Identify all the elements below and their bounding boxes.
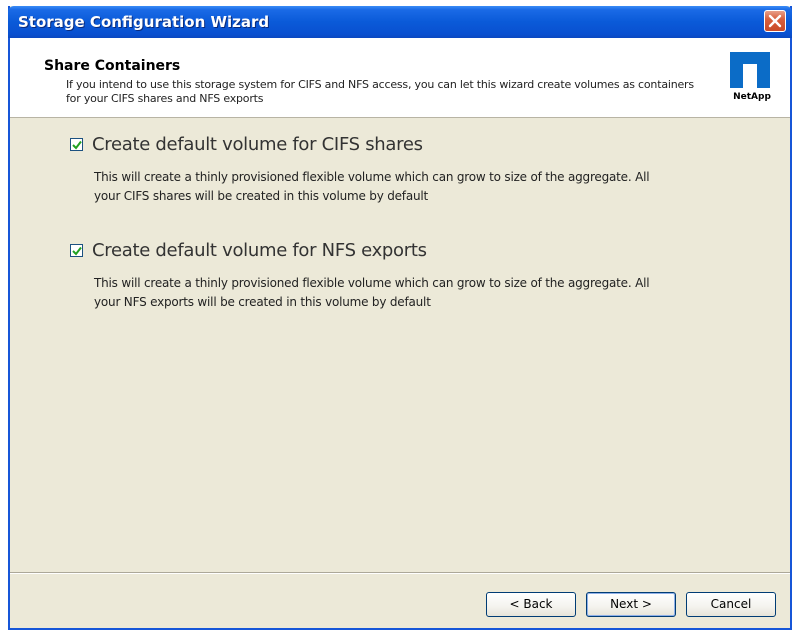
logo-text: NetApp [733, 92, 771, 102]
footer-divider [10, 572, 790, 574]
cifs-checkbox[interactable] [70, 138, 83, 151]
wizard-window: Storage Configuration Wizard Share Conta… [8, 6, 792, 630]
nfs-checkbox[interactable] [70, 244, 83, 257]
netapp-logo-icon [730, 52, 770, 88]
checkmark-icon [72, 140, 82, 150]
title-bar[interactable]: Storage Configuration Wizard [8, 6, 792, 38]
netapp-logo: NetApp [728, 52, 772, 104]
wizard-header: Share Containers If you intend to use th… [10, 38, 790, 118]
cifs-description: This will create a thinly provisioned fl… [94, 170, 650, 203]
cifs-checkbox-label[interactable]: Create default volume for CIFS shares [92, 134, 423, 155]
nfs-checkbox-label[interactable]: Create default volume for NFS exports [92, 240, 427, 261]
cancel-button[interactable]: Cancel [686, 592, 776, 617]
page-description: If you intend to use this storage system… [66, 78, 694, 105]
window-title: Storage Configuration Wizard [18, 13, 270, 31]
next-button[interactable]: Next > [586, 592, 676, 617]
page-title: Share Containers [44, 58, 181, 74]
back-button[interactable]: < Back [486, 592, 576, 617]
close-button[interactable] [764, 10, 786, 32]
checkmark-icon [72, 246, 82, 256]
close-icon [768, 14, 782, 28]
nfs-description: This will create a thinly provisioned fl… [94, 276, 650, 309]
